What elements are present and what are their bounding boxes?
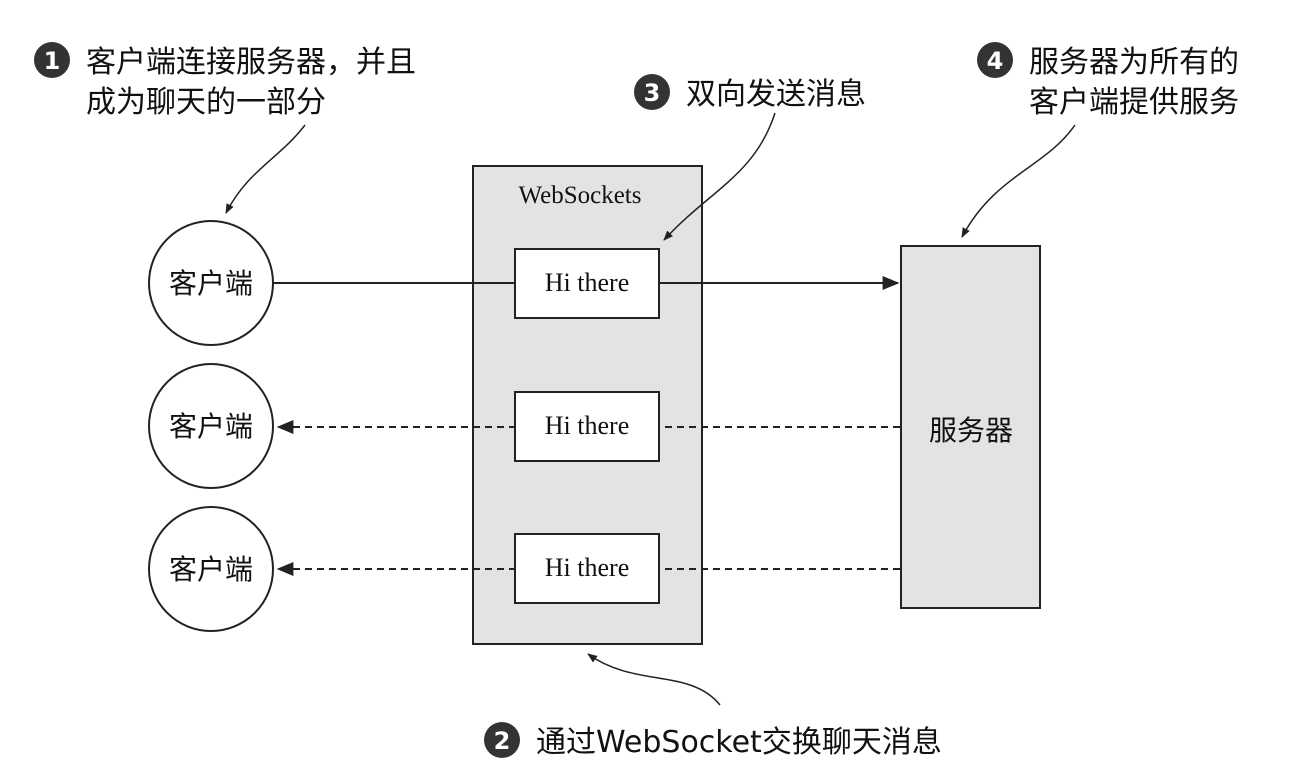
annotation-3: 3 双向发送消息 [634, 74, 866, 112]
annotation-1: 1 客户端连接服务器，并且 成为聊天的一部分 [34, 42, 416, 120]
message-label-2: Hi there [545, 411, 629, 440]
websocket-chat-diagram: WebSockets 服务器 Hi there Hi there Hi ther… [34, 42, 1239, 760]
server-label: 服务器 [929, 415, 1013, 447]
annotation-2: 2 通过WebSocket交换聊天消息 [484, 722, 942, 760]
callout-arrow-2 [587, 653, 721, 706]
annotation-1-line-2: 成为聊天的一部分 [86, 85, 326, 120]
websockets-label: WebSockets [519, 182, 642, 209]
number-badge-2-digit: 2 [494, 727, 511, 755]
annotation-4-line-2: 客户端提供服务 [1029, 85, 1239, 120]
annotation-2-line-1: 通过WebSocket交换聊天消息 [536, 725, 942, 760]
number-badge-4-digit: 4 [987, 47, 1004, 75]
message-label-3: Hi there [545, 553, 629, 582]
annotation-3-line-1: 双向发送消息 [686, 77, 866, 112]
client-label-2: 客户端 [169, 411, 253, 443]
client-label-3: 客户端 [169, 554, 253, 586]
callout-arrow-1 [225, 124, 306, 214]
annotation-1-line-1: 客户端连接服务器，并且 [86, 45, 416, 80]
callout-arrow-4 [961, 124, 1076, 238]
client-label-1: 客户端 [169, 268, 253, 300]
message-label-1: Hi there [545, 268, 629, 297]
number-badge-3-digit: 3 [644, 79, 661, 107]
annotation-4-line-1: 服务器为所有的 [1029, 45, 1239, 80]
number-badge-1-digit: 1 [44, 47, 61, 75]
annotation-4: 4 服务器为所有的 客户端提供服务 [977, 42, 1239, 120]
